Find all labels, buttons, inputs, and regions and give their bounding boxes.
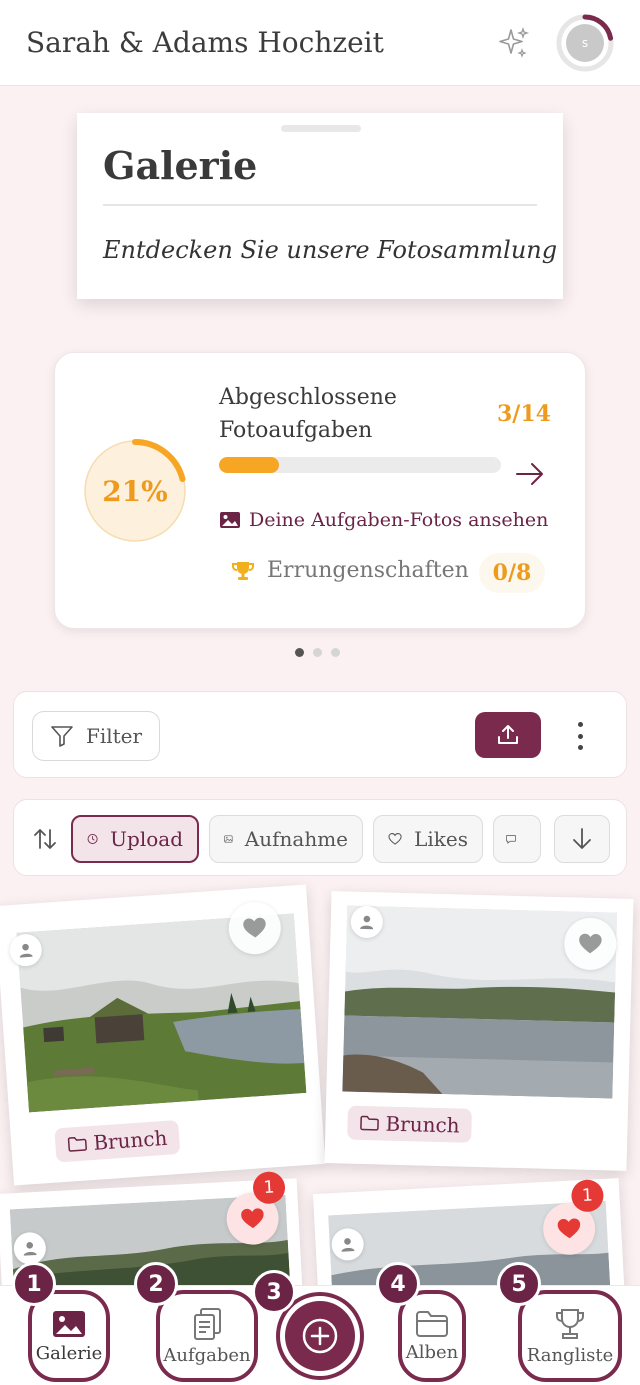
nav-item-aufgaben[interactable]: Aufgaben [156, 1290, 258, 1382]
achievements-label: Errungenschaften [267, 558, 469, 583]
comment-icon [506, 835, 516, 844]
gallery-icon [53, 1310, 85, 1337]
sort-chip-label: Likes [414, 827, 468, 851]
sort-chip-likes[interactable]: Likes [373, 815, 483, 863]
event-title: Sarah & Adams Hochzeit [26, 26, 384, 59]
plus-circle-icon [302, 1318, 338, 1354]
avatar-initial: s [566, 23, 604, 62]
sort-chip-upload[interactable]: Upload [71, 815, 199, 863]
folder-icon [67, 1136, 87, 1152]
user-avatar[interactable]: s [556, 14, 614, 72]
task-progress-title: Abgeschlossene Fotoaufgaben [219, 385, 397, 443]
achievements-count: 0/8 [479, 553, 545, 593]
kebab-menu-icon[interactable] [570, 722, 590, 750]
carousel-dot[interactable] [331, 648, 340, 657]
heart-icon [243, 917, 266, 938]
trophy-icon [556, 1308, 584, 1339]
upload-icon [498, 725, 518, 744]
achievements-row[interactable]: Errungenschaften [231, 558, 469, 583]
clock-icon [87, 833, 98, 845]
gallery-header-card: Galerie Entdecken Sie unsere Fotosammlun… [77, 113, 563, 299]
heart-outline-icon [388, 833, 402, 845]
drag-handle[interactable] [281, 125, 361, 132]
app-header: Sarah & Adams Hochzeit s [0, 0, 640, 86]
page-subtitle: Entdecken Sie unsere Fotosammlung [103, 236, 558, 264]
nav-label: Rangliste [526, 1344, 614, 1366]
sort-icon[interactable] [32, 826, 58, 852]
task-photos-link-label: Deine Aufgaben-Fotos ansehen [249, 509, 549, 531]
folder-icon [360, 1115, 379, 1131]
upload-button[interactable] [475, 712, 541, 758]
carousel-dot[interactable] [313, 648, 322, 657]
image-icon [220, 512, 240, 528]
gallery-toolbar: Filter [13, 691, 627, 778]
task-progress-bar-fill [219, 457, 280, 473]
arrow-down-icon [573, 828, 591, 849]
task-photos-link[interactable]: Deine Aufgaben-Fotos ansehen [219, 509, 548, 531]
sort-chip-label: Upload [110, 827, 183, 851]
carousel-dots [295, 648, 340, 657]
sort-bar: Upload Aufnahme Likes [13, 799, 627, 876]
nav-label: Galerie [35, 1342, 103, 1364]
filter-button[interactable]: Filter [32, 711, 160, 761]
nav-label: Aufgaben [163, 1344, 251, 1366]
task-progress-bar [219, 457, 501, 473]
task-progress-card[interactable]: 21% Abgeschlossene Fotoaufgaben 3/14 Dei… [54, 352, 586, 629]
folder-icon [416, 1310, 448, 1337]
sparkle-icon[interactable] [496, 26, 530, 60]
photo-card[interactable]: Brunch [324, 891, 634, 1171]
album-tag[interactable]: Brunch [347, 1105, 473, 1143]
sort-direction-button[interactable] [554, 815, 610, 863]
carousel-dot[interactable] [295, 648, 304, 657]
album-tag-label: Brunch [385, 1111, 460, 1138]
nav-label: Alben [405, 1341, 459, 1363]
task-count: 3/14 [497, 401, 551, 427]
nav-item-rangliste[interactable]: Rangliste [518, 1290, 622, 1382]
trophy-icon [232, 561, 254, 580]
heart-icon [579, 933, 602, 954]
step-badge: 3 [252, 1270, 296, 1314]
nav-item-alben[interactable]: Alben [398, 1290, 466, 1382]
album-tag[interactable]: Brunch [54, 1119, 181, 1163]
step-badge: 4 [376, 1262, 420, 1306]
page-title: Galerie [103, 143, 537, 206]
heart-filled-icon [241, 1208, 264, 1229]
step-badge: 1 [12, 1262, 56, 1306]
sort-chip-comments[interactable] [493, 815, 541, 863]
image-icon [224, 835, 233, 843]
album-tag-label: Brunch [92, 1125, 169, 1155]
sort-chip-aufnahme[interactable]: Aufnahme [209, 815, 363, 863]
heart-filled-icon [557, 1218, 581, 1239]
step-badge: 5 [497, 1262, 541, 1306]
arrow-right-icon[interactable] [515, 461, 545, 487]
photo-card[interactable]: Brunch [0, 884, 326, 1186]
sort-chip-label: Aufnahme [244, 827, 348, 851]
filter-label: Filter [85, 724, 143, 748]
step-badge: 2 [134, 1262, 178, 1306]
clipboard-icon [194, 1307, 221, 1340]
filter-icon [51, 726, 73, 747]
progress-percent: 21% [102, 474, 168, 508]
